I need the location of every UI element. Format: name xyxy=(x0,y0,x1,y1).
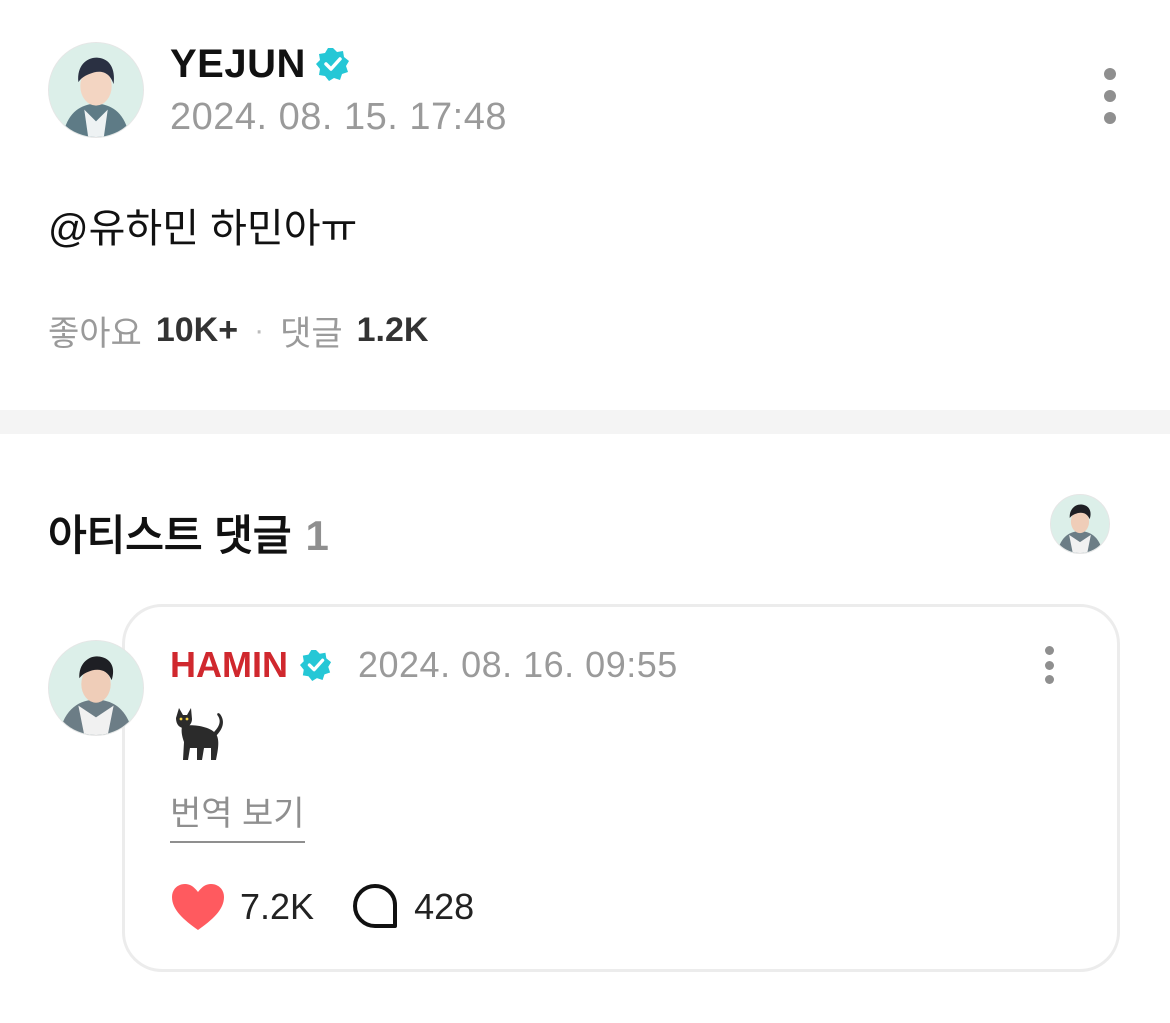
likes-label[interactable]: 좋아요 xyxy=(48,306,142,355)
avatar-illustration xyxy=(49,641,143,735)
verified-badge-icon xyxy=(299,649,332,681)
artist-filter-avatar[interactable] xyxy=(1050,494,1110,554)
post-text: @유하민 하민아ㅠ xyxy=(48,207,358,251)
artist-comments-title: 아티스트 댓글 xyxy=(48,512,292,559)
comment-reply-count: 428 xyxy=(414,886,475,927)
artist-comments-heading: 아티스트 댓글 1 xyxy=(48,502,329,563)
stats-separator: · xyxy=(254,313,265,347)
avatar-illustration xyxy=(1051,495,1109,553)
comment-bubble-icon xyxy=(353,884,398,928)
post-kebab-menu-icon[interactable] xyxy=(1102,68,1118,124)
comments-count[interactable]: 1.2K xyxy=(357,311,429,350)
heart-icon xyxy=(172,884,224,930)
post-author-name[interactable]: YEJUN xyxy=(170,42,306,87)
comment-text-cat-emoji: 🐈‍⬛ xyxy=(170,704,230,764)
comment-like-count: 7.2K xyxy=(240,886,315,927)
comment-author-avatar[interactable] xyxy=(48,640,144,736)
artist-comments-count: 1 xyxy=(305,512,329,559)
verified-badge-icon xyxy=(315,47,350,81)
black-cat-icon xyxy=(176,708,223,760)
likes-count[interactable]: 10K+ xyxy=(156,311,238,350)
post-author-row: YEJUN xyxy=(170,40,350,88)
section-divider xyxy=(0,410,1170,434)
translate-link[interactable]: 번역 보기 xyxy=(170,786,305,843)
post-stats: 좋아요 10K+ · 댓글 1.2K xyxy=(48,306,428,355)
comments-label[interactable]: 댓글 xyxy=(280,306,343,355)
comment-kebab-menu-icon[interactable] xyxy=(1042,646,1056,684)
comment-timestamp: 2024. 08. 16. 09:55 xyxy=(357,644,678,685)
post-timestamp: 2024. 08. 15. 17:48 xyxy=(170,96,508,138)
author-avatar[interactable] xyxy=(48,42,144,138)
comment-author-row: HAMIN 2024. 08. 16. 09:55 xyxy=(170,642,678,688)
comment-like-button[interactable]: 7.2K xyxy=(170,882,314,932)
comment-reply-button[interactable]: 428 xyxy=(350,882,474,932)
comment-reactions: 7.2K 428 xyxy=(170,882,474,932)
comment-author-name[interactable]: HAMIN xyxy=(170,644,288,686)
avatar-illustration xyxy=(49,43,143,137)
